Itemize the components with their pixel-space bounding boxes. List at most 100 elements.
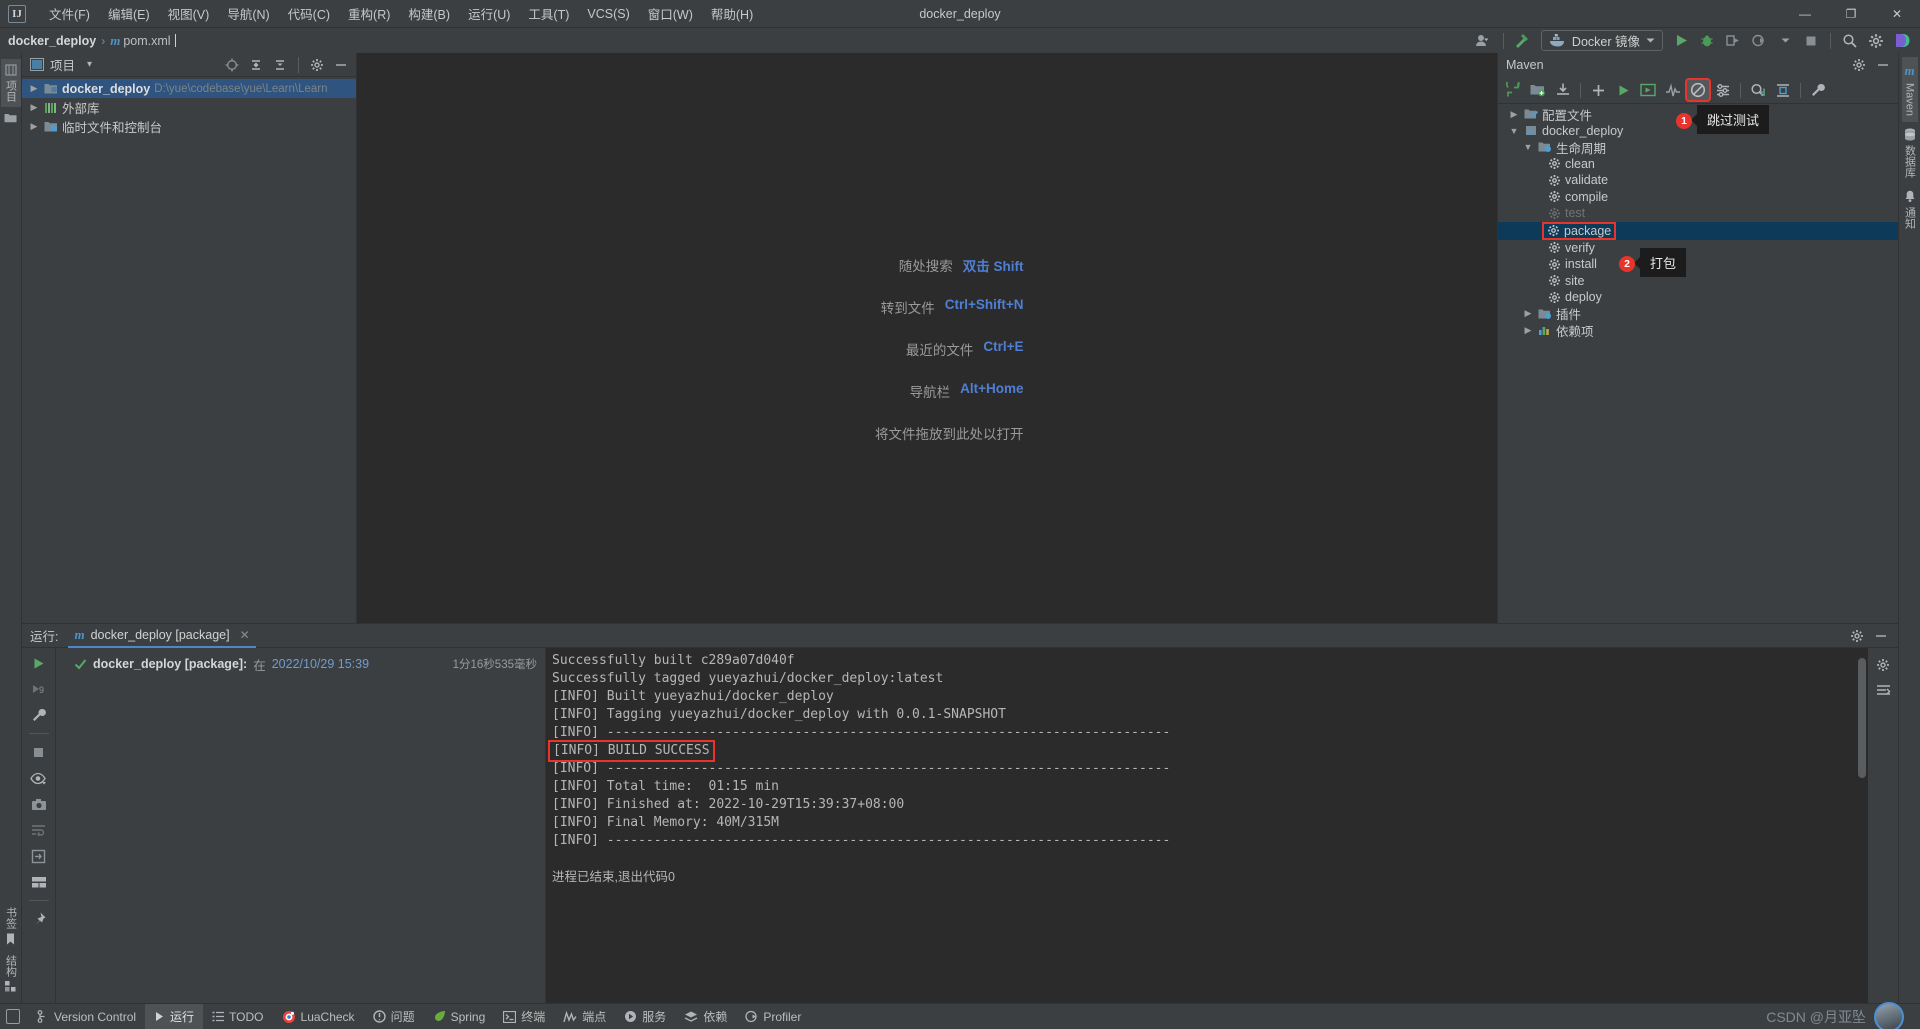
tree-node-scratches[interactable]: ▶ 临时文件和控制台 <box>22 117 356 136</box>
settings-wrench-icon[interactable] <box>1806 79 1830 101</box>
menu-item-code[interactable]: 代码(C) <box>279 0 339 27</box>
status-item-dependencies[interactable]: 依赖 <box>675 1004 736 1029</box>
locate-icon[interactable] <box>221 55 243 75</box>
sidebar-item-database[interactable]: 数据库 <box>1900 122 1920 184</box>
maven-goal-deploy[interactable]: deploy <box>1498 289 1898 306</box>
close-button[interactable]: ✕ <box>1874 0 1920 27</box>
sidebar-item-maven[interactable]: m Maven <box>1901 57 1918 123</box>
screenshot-icon[interactable] <box>26 793 52 815</box>
sidebar-item-project[interactable]: 项目 <box>0 59 21 107</box>
maven-goal-verify[interactable]: verify <box>1498 240 1898 257</box>
close-icon[interactable]: ✕ <box>240 628 250 642</box>
window-mode-icon[interactable] <box>6 1009 20 1024</box>
add-module-icon[interactable] <box>1526 79 1550 101</box>
chevron-right-icon[interactable]: ▶ <box>28 102 40 113</box>
stop-icon[interactable] <box>26 741 52 763</box>
chevron-right-icon[interactable]: ▶ <box>1522 308 1534 319</box>
gear-icon[interactable] <box>1848 55 1870 75</box>
eye-filter-icon[interactable] <box>26 767 52 789</box>
rerun-failed-icon[interactable]: 9 <box>26 678 52 700</box>
stop-button[interactable] <box>1799 30 1823 52</box>
console-output[interactable]: Successfully built c289a07d040f Successf… <box>546 648 1868 1003</box>
show-diagram-icon[interactable] <box>1771 79 1795 101</box>
menu-item-view[interactable]: 视图(V) <box>159 0 219 27</box>
refresh-icon[interactable] <box>1501 79 1525 101</box>
run-button[interactable] <box>1669 30 1693 52</box>
status-item-profiler[interactable]: Profiler <box>736 1006 810 1028</box>
settings-icon[interactable] <box>1864 30 1888 52</box>
settings-icon[interactable] <box>1870 654 1896 676</box>
chevron-down-icon[interactable]: ▼ <box>1508 126 1520 136</box>
minimize-button[interactable]: — <box>1782 0 1828 27</box>
ide-assistant-icon[interactable] <box>1890 30 1914 52</box>
wrench-icon[interactable] <box>26 704 52 726</box>
status-item-spring[interactable]: Spring <box>424 1006 495 1028</box>
status-item-run[interactable]: 运行 <box>145 1004 204 1029</box>
run-tab-docker-deploy[interactable]: m docker_deploy [package] ✕ <box>68 624 256 648</box>
gear-icon[interactable] <box>306 55 328 75</box>
sidebar-item-structure[interactable]: 结构 <box>1 950 21 997</box>
filter-icon[interactable] <box>1711 79 1735 101</box>
maven-goal-package[interactable]: package <box>1498 221 1898 240</box>
status-item-terminal[interactable]: 终端 <box>494 1004 554 1029</box>
chevron-right-icon[interactable]: ▶ <box>1522 325 1534 336</box>
sidebar-item-notifications[interactable]: 通知 <box>1900 184 1920 235</box>
console-scrollbar[interactable] <box>1855 648 1868 1003</box>
chevron-right-icon[interactable]: ▶ <box>28 121 40 132</box>
run-configuration-selector[interactable]: Docker 镜像 <box>1540 30 1663 51</box>
toggle-offline-icon[interactable] <box>1661 79 1685 101</box>
menu-item-tools[interactable]: 工具(T) <box>519 0 578 27</box>
menu-item-file[interactable]: 文件(F) <box>40 0 99 27</box>
run-with-coverage-button[interactable] <box>1721 30 1745 52</box>
collapse-all-icon[interactable] <box>269 55 291 75</box>
maven-goal-test[interactable]: test <box>1498 205 1898 222</box>
scroll-to-end-icon[interactable] <box>26 845 52 867</box>
export-icon[interactable] <box>1870 680 1896 702</box>
tree-node-docker-deploy[interactable]: ▶ docker_deploy D:\yue\codebase\yue\Lear… <box>22 79 356 98</box>
run-icon[interactable] <box>1611 79 1635 101</box>
menu-item-refactor[interactable]: 重构(R) <box>339 0 399 27</box>
scrollbar-thumb[interactable] <box>1858 658 1866 778</box>
debug-button[interactable] <box>1695 30 1719 52</box>
menu-item-edit[interactable]: 编辑(E) <box>99 0 159 27</box>
menu-item-navigate[interactable]: 导航(N) <box>218 0 278 27</box>
pin-icon[interactable] <box>26 908 52 930</box>
gear-icon[interactable] <box>1846 626 1868 646</box>
status-item-todo[interactable]: TODO <box>203 1006 272 1028</box>
chevron-right-icon[interactable]: ▶ <box>1508 109 1520 120</box>
status-item-services[interactable]: 服务 <box>615 1004 675 1029</box>
user-avatar-icon[interactable] <box>1472 30 1496 52</box>
maven-goal-install[interactable]: install <box>1498 256 1898 273</box>
add-icon[interactable] <box>1586 79 1610 101</box>
chevron-right-icon[interactable]: ▶ <box>28 83 40 94</box>
sidebar-item-commit[interactable] <box>2 107 19 128</box>
execute-goal-icon[interactable] <box>1636 79 1660 101</box>
breadcrumb-file[interactable]: pom.xml <box>123 34 170 48</box>
maven-goal-validate[interactable]: validate <box>1498 172 1898 189</box>
menu-item-vcs[interactable]: VCS(S) <box>578 3 638 25</box>
expand-all-icon[interactable] <box>245 55 267 75</box>
profile-button[interactable] <box>1747 30 1771 52</box>
search-everywhere-icon[interactable] <box>1838 30 1862 52</box>
layout-icon[interactable] <box>26 871 52 893</box>
maven-goal-compile[interactable]: compile <box>1498 189 1898 206</box>
analyze-dependencies-icon[interactable] <box>1746 79 1770 101</box>
download-sources-icon[interactable] <box>1551 79 1575 101</box>
tree-node-external-libraries[interactable]: ▶ 外部库 <box>22 98 356 117</box>
status-item-version-control[interactable]: Version Control <box>28 1006 145 1028</box>
breadcrumb-project[interactable]: docker_deploy <box>8 34 96 48</box>
editor-area[interactable]: 随处搜索 双击 Shift 转到文件 Ctrl+Shift+N 最近的文件 Ct… <box>357 53 1498 623</box>
rerun-icon[interactable] <box>26 652 52 674</box>
run-result-row[interactable]: docker_deploy [package]: 在 2022/10/29 15… <box>56 654 545 674</box>
menu-item-help[interactable]: 帮助(H) <box>702 0 762 27</box>
status-item-luacheck[interactable]: LuaCheck <box>273 1006 364 1028</box>
hide-icon[interactable] <box>330 55 352 75</box>
maven-goal-site[interactable]: site <box>1498 273 1898 290</box>
maven-node-lifecycle[interactable]: ▼ 生命周期 <box>1498 139 1898 156</box>
maximize-button[interactable]: ❐ <box>1828 0 1874 27</box>
sidebar-item-bookmarks[interactable]: 书签 <box>1 902 21 950</box>
skip-tests-icon[interactable] <box>1685 78 1711 102</box>
status-item-endpoints[interactable]: 端点 <box>554 1004 615 1029</box>
status-item-problems[interactable]: 问题 <box>364 1004 424 1029</box>
hide-icon[interactable] <box>1870 626 1892 646</box>
